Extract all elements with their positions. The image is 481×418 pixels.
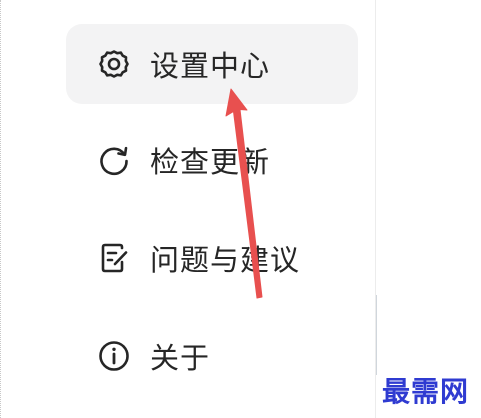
menu-item-check-update[interactable]: 检查更新 — [66, 120, 358, 200]
gear-icon — [96, 46, 132, 82]
info-icon — [96, 338, 132, 374]
menu-item-label: 检查更新 — [150, 145, 271, 179]
refresh-icon — [96, 142, 132, 178]
menu-item-label: 设置中心 — [150, 49, 271, 83]
left-dotted-border — [0, 0, 1, 418]
menu-item-settings-center[interactable]: 设置中心 — [66, 24, 358, 104]
menu-item-label: 问题与建议 — [150, 243, 301, 277]
menu-item-label: 关于 — [150, 341, 211, 375]
screenshot-stage: 设置中心 检查更新 问题与建议 关于 最需网 — [0, 0, 481, 418]
menu-item-about[interactable]: 关于 — [66, 316, 358, 396]
panel-right-edge-segment — [376, 295, 377, 375]
menu-item-feedback[interactable]: 问题与建议 — [66, 218, 358, 298]
watermark-logo: 最需网 — [381, 375, 469, 408]
feedback-edit-icon — [96, 240, 132, 276]
